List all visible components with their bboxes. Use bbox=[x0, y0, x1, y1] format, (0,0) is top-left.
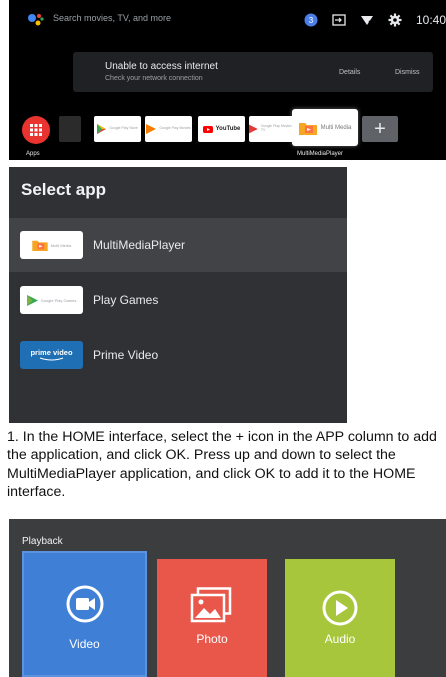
search-box[interactable]: Search movies, TV, and more bbox=[53, 13, 171, 23]
tile-label: Google Play Movies bbox=[159, 126, 191, 131]
video-card[interactable]: Video bbox=[22, 551, 147, 677]
play-icon bbox=[322, 590, 358, 626]
notification-badge-count: 3 bbox=[309, 16, 314, 25]
apps-grid-icon bbox=[30, 124, 42, 136]
audio-card[interactable]: Audio bbox=[285, 559, 395, 677]
app-tile-google-play-store[interactable]: Google Play Store bbox=[94, 116, 141, 142]
notification-icon[interactable]: 3 bbox=[304, 13, 318, 27]
multimedia-folder-icon bbox=[32, 240, 48, 251]
card-label: Photo bbox=[196, 632, 228, 646]
app-name: Prime Video bbox=[93, 348, 159, 362]
dialog-title: Select app bbox=[21, 180, 107, 199]
multimediaplayer-thumb: Multi Media bbox=[20, 231, 83, 259]
status-icons: 3 10:40 bbox=[304, 9, 446, 31]
details-button[interactable]: Details bbox=[339, 69, 360, 76]
play-movies-tv-icon bbox=[249, 124, 258, 134]
app-name: MultiMediaPlayer bbox=[93, 238, 186, 252]
app-tile-blank[interactable] bbox=[59, 116, 81, 142]
notification-card[interactable]: Unable to access internet Check your net… bbox=[73, 52, 433, 92]
app-tile-google-play-movies-tv[interactable]: Google Play Movies & TV bbox=[249, 116, 296, 142]
select-app-dialog: Select app Multi Media MultiMediaPlayer … bbox=[9, 167, 347, 423]
tv-home-screen: Search movies, TV, and more 3 10:40 Unab… bbox=[9, 0, 446, 160]
youtube-icon bbox=[202, 125, 213, 133]
notification-title: Unable to access internet bbox=[105, 61, 218, 72]
photo-card[interactable]: Photo bbox=[157, 559, 267, 677]
play-games-thumb: Google Play Games bbox=[20, 286, 83, 314]
card-label: Video bbox=[69, 637, 100, 651]
tile-label: Multi Media bbox=[320, 124, 352, 131]
app-tile-youtube[interactable]: YouTube bbox=[198, 116, 245, 142]
settings-gear-icon[interactable] bbox=[388, 13, 402, 27]
play-games-icon bbox=[26, 294, 38, 306]
app-name: Play Games bbox=[93, 293, 159, 307]
app-option-multimediaplayer[interactable]: Multi Media MultiMediaPlayer bbox=[9, 218, 347, 272]
add-app-button[interactable]: + bbox=[362, 116, 398, 142]
tile-label: Google Play Store bbox=[109, 126, 138, 131]
instruction-text: 1. In the HOME interface, select the + i… bbox=[7, 429, 437, 501]
smile-arrow-icon bbox=[39, 357, 63, 361]
dismiss-button[interactable]: Dismiss bbox=[395, 69, 420, 76]
play-store-icon bbox=[97, 124, 107, 134]
card-label: Audio bbox=[324, 632, 356, 646]
photo-icon bbox=[190, 587, 232, 623]
playback-title: Playback bbox=[22, 536, 63, 547]
plus-icon: + bbox=[374, 118, 386, 140]
tile-label: YouTube bbox=[215, 126, 241, 132]
tile-label: Google Play Movies & TV bbox=[260, 124, 296, 132]
apps-button[interactable] bbox=[22, 116, 50, 144]
app-option-play-games[interactable]: Google Play Games Play Games bbox=[9, 273, 347, 327]
input-source-icon[interactable] bbox=[332, 14, 346, 26]
google-assistant-icon[interactable] bbox=[27, 11, 45, 29]
notification-subtitle: Check your network connection bbox=[105, 75, 203, 82]
thumb-label: Multi Media bbox=[50, 242, 72, 248]
thumb-label: Google Play Games bbox=[40, 297, 77, 303]
playback-screen: Playback Video Photo Audio bbox=[9, 519, 446, 677]
multimedia-folder-icon bbox=[298, 122, 317, 135]
app-option-prime-video[interactable]: prime video Prime Video bbox=[9, 328, 347, 382]
app-tile-multimediaplayer[interactable]: Multi Media bbox=[292, 109, 358, 146]
apps-label: Apps bbox=[26, 151, 40, 157]
prime-video-logo: prime video bbox=[30, 348, 73, 358]
top-bar: Search movies, TV, and more 3 10:40 bbox=[9, 0, 446, 40]
network-icon[interactable] bbox=[360, 13, 374, 27]
app-tile-google-play-movies[interactable]: Google Play Movies bbox=[145, 116, 192, 142]
clock: 10:40 bbox=[416, 13, 446, 27]
prime-video-thumb: prime video bbox=[20, 341, 83, 369]
selected-app-label: MultiMediaPlayer bbox=[297, 151, 344, 157]
play-movies-icon bbox=[146, 124, 157, 134]
video-camera-icon bbox=[66, 585, 104, 623]
